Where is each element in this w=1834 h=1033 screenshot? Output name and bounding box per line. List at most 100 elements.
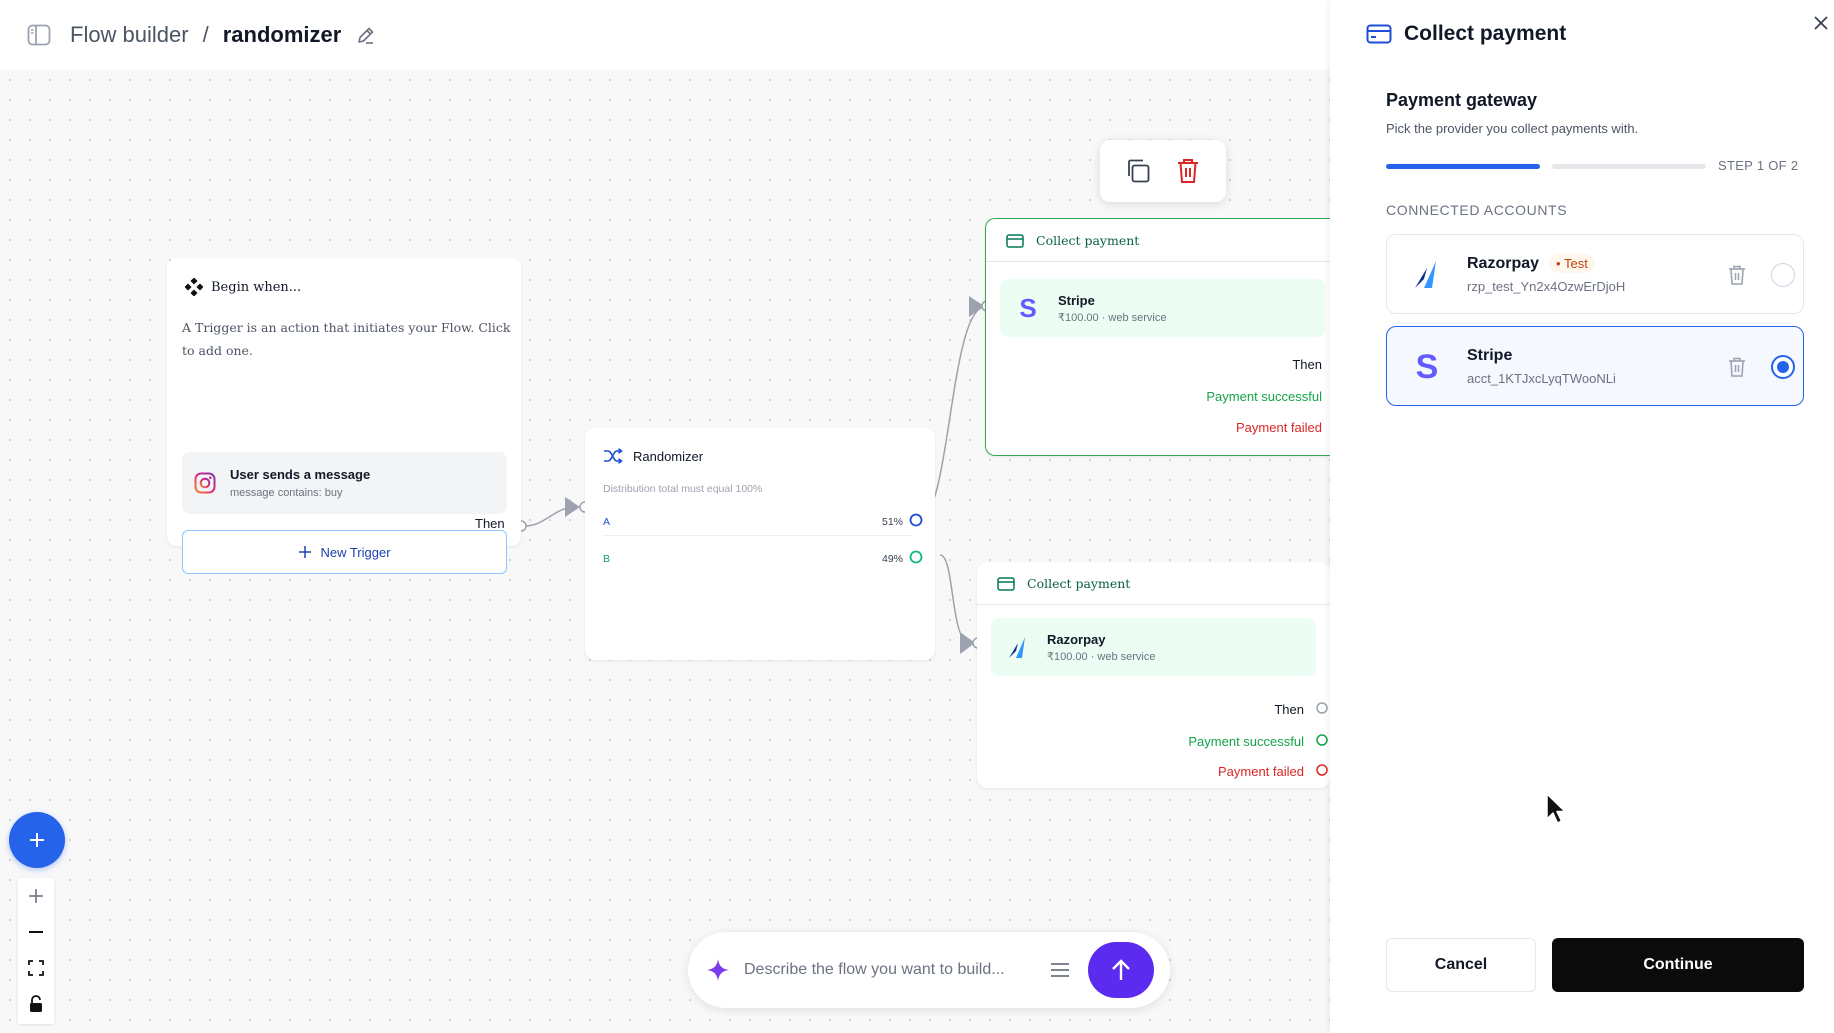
account-radio-razorpay[interactable]: [1771, 263, 1795, 287]
account-name: Stripe: [1467, 346, 1513, 364]
then-label: Then: [1292, 357, 1322, 372]
send-button[interactable]: [1088, 942, 1154, 998]
menu-icon[interactable]: [1046, 956, 1074, 984]
lock-icon[interactable]: [18, 986, 54, 1022]
branch-divider: [603, 535, 913, 536]
card-icon: [1366, 24, 1392, 44]
payment-node-title: Collect payment: [1027, 576, 1131, 591]
collect-payment-node-stripe[interactable]: Collect payment S Stripe ₹100.00 · web s…: [985, 218, 1330, 456]
failed-handle: [1316, 764, 1328, 776]
plus-icon: [30, 833, 44, 847]
begin-node-title: Begin when...: [211, 279, 302, 295]
cancel-button[interactable]: Cancel: [1386, 938, 1536, 992]
randomizer-output-handles[interactable]: [906, 509, 926, 569]
then-handle: [1316, 702, 1328, 714]
trigger-subtitle: message contains: buy: [230, 487, 343, 499]
card-icon: [997, 576, 1015, 591]
stripe-logo-icon: S: [1019, 294, 1036, 322]
breadcrumb-separator: /: [202, 22, 209, 47]
provider-detail: ₹100.00 · web service: [1058, 311, 1167, 324]
account-id: acct_1KTJxcLyqTWooNLi: [1467, 370, 1616, 386]
pencil-icon[interactable]: [355, 24, 377, 46]
payment-node-title: Collect payment: [1036, 233, 1140, 248]
provider-name: Stripe: [1058, 292, 1095, 308]
progress-step-2: [1552, 164, 1706, 169]
trigger-item[interactable]: User sends a message message contains: b…: [182, 452, 507, 514]
begin-then-label: Then: [475, 516, 505, 531]
continue-button[interactable]: Continue: [1552, 938, 1804, 992]
randomizer-title: Randomizer: [633, 448, 704, 464]
fit-view-icon[interactable]: [18, 950, 54, 986]
progress-step-1: [1386, 164, 1540, 169]
plus-icon: [299, 546, 312, 558]
arrow-up-icon: [1112, 959, 1130, 980]
then-label: Then: [1274, 702, 1304, 717]
panel-title: Collect payment: [1404, 22, 1567, 45]
payment-node-divider: [986, 261, 1330, 262]
stripe-logo-icon: S: [1409, 348, 1445, 384]
payment-failed-label: Payment failed: [1236, 420, 1322, 435]
razorpay-logo-icon: [1009, 637, 1025, 658]
branch-a-row[interactable]: A 51%: [603, 516, 903, 528]
begin-node[interactable]: Begin when... A Trigger is an action tha…: [167, 258, 521, 574]
step-label: STEP 1 OF 2: [1718, 158, 1799, 173]
randomizer-node[interactable]: Randomizer Distribution total must equal…: [585, 428, 935, 660]
section-subtitle: Pick the provider you collect payments w…: [1386, 121, 1639, 136]
branch-a-percent: 51%: [881, 516, 903, 528]
success-handle: [1316, 734, 1328, 746]
branch-a-label: A: [603, 516, 611, 528]
provider-box-razorpay[interactable]: Razorpay ₹100.00 · web service: [991, 618, 1316, 676]
branch-b-percent: 49%: [881, 553, 903, 565]
svg-text:S: S: [1416, 349, 1439, 383]
breadcrumb-root[interactable]: Flow builder: [70, 22, 189, 48]
collect-payment-panel: Collect payment Payment gateway Pick the…: [1330, 0, 1834, 1033]
duplicate-icon[interactable]: [1124, 157, 1152, 185]
prompt-bar: [688, 932, 1170, 1008]
branch-b-label: B: [603, 553, 611, 565]
payment-successful-label: Payment successful: [1206, 389, 1322, 404]
prompt-input[interactable]: [744, 961, 1034, 979]
flow-name: randomizer: [222, 22, 342, 47]
begin-node-description: A Trigger is an action that initiates yo…: [182, 320, 511, 358]
add-node-button[interactable]: [9, 812, 65, 868]
edge-b-to-razorpay: [939, 554, 971, 644]
node-toolbar: [1100, 140, 1226, 202]
zoom-out-icon[interactable]: [18, 914, 54, 950]
mouse-cursor-icon: [1546, 793, 1566, 824]
provider-detail: ₹100.00 · web service: [1047, 650, 1156, 663]
step-progress: [1386, 164, 1706, 169]
account-name: Razorpay: [1467, 254, 1540, 272]
payment-failed-label: Payment failed: [1218, 764, 1304, 779]
flow-canvas[interactable]: Begin when... A Trigger is an action tha…: [0, 70, 1330, 1033]
randomizer-hint: Distribution total must equal 100%: [603, 483, 763, 495]
branch-b-handle: [909, 550, 923, 564]
account-radio-stripe[interactable]: [1771, 355, 1795, 379]
card-icon: [1006, 233, 1024, 248]
branch-b-row[interactable]: B 49%: [603, 553, 903, 565]
trigger-title: User sends a message: [230, 467, 371, 482]
svg-text:S: S: [1019, 294, 1036, 322]
trash-icon[interactable]: [1725, 355, 1749, 379]
payment-node-divider: [977, 604, 1330, 605]
zoom-controls: [18, 878, 54, 1024]
connected-accounts-label: CONNECTED ACCOUNTS: [1386, 202, 1568, 218]
account-razorpay[interactable]: Razorpay • Test rzp_test_Yn2x4OzwErDjoH: [1386, 234, 1804, 314]
sidebar-toggle-icon[interactable]: [26, 22, 52, 48]
trash-icon[interactable]: [1725, 263, 1749, 287]
branch-a-handle: [909, 513, 923, 527]
zoom-in-icon[interactable]: [18, 878, 54, 914]
instagram-icon: [194, 472, 216, 494]
test-badge: • Test: [1549, 254, 1595, 273]
provider-name: Razorpay: [1047, 631, 1106, 647]
account-stripe[interactable]: S Stripe acct_1KTJxcLyqTWooNLi: [1386, 326, 1804, 406]
razorpay-output-handles[interactable]: [1313, 696, 1330, 786]
provider-box-stripe[interactable]: S Stripe ₹100.00 · web service: [1000, 279, 1325, 337]
new-trigger-button[interactable]: New Trigger: [182, 530, 507, 574]
new-trigger-label: New Trigger: [320, 544, 391, 560]
trash-icon[interactable]: [1174, 157, 1202, 185]
trigger-diamond-icon: [185, 278, 203, 296]
randomizer-input-arrow: [565, 497, 580, 517]
sparkle-icon: [707, 959, 729, 981]
collect-payment-node-razorpay[interactable]: Collect payment Razorpay ₹100.00 · web s…: [977, 562, 1330, 788]
close-icon[interactable]: [1808, 10, 1834, 36]
